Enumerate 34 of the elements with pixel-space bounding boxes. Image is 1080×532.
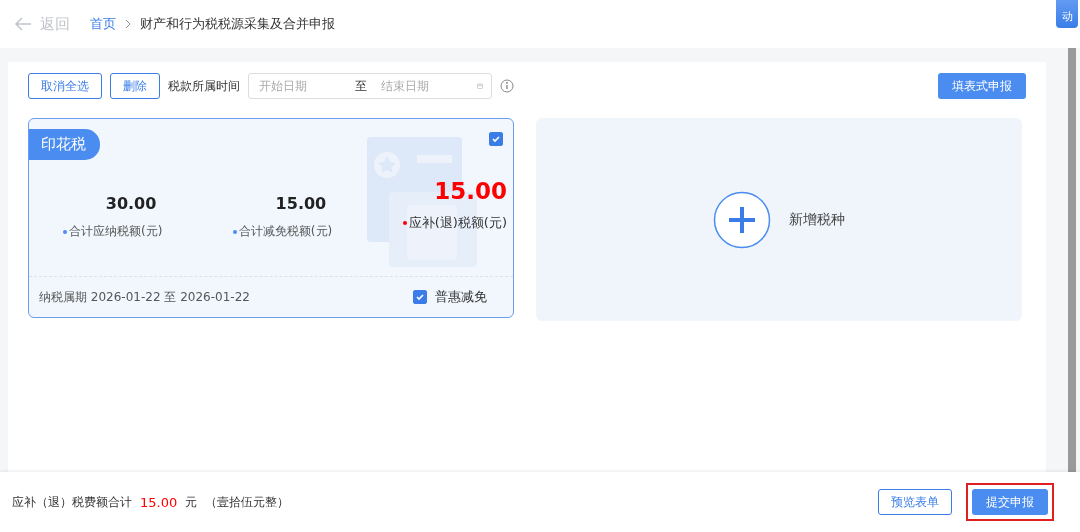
breadcrumb-link[interactable]: 首页 bbox=[90, 15, 116, 33]
tax-period: 纳税属期 2026-01-22 至 2026-01-22 bbox=[39, 288, 250, 306]
amount-in-words: （壹拾伍元整） bbox=[205, 493, 290, 511]
period-label: 税款所属时间 bbox=[168, 77, 240, 95]
check-icon bbox=[415, 292, 425, 302]
amount-value: 15.00 bbox=[434, 178, 507, 204]
preview-button[interactable]: 预览表单 bbox=[878, 489, 952, 515]
tax-card[interactable]: 印花税 30.00 合计应纳税额(元) 15.00 合计减免税额(元) 15.00 应补(退)税额(元) 纳税属期 2026-01-22 至 2026-01-22 普惠减免 bbox=[28, 118, 514, 318]
side-tab[interactable]: 动 bbox=[1056, 0, 1078, 28]
total-label: 应补（退）税费额合计 bbox=[12, 493, 132, 511]
submit-button[interactable]: 提交申报 bbox=[972, 489, 1048, 515]
plus-icon bbox=[713, 190, 771, 249]
fill-form-button[interactable]: 填表式申报 bbox=[938, 73, 1026, 99]
amount-value: 30.00 bbox=[105, 194, 157, 213]
amount-label: 应补(退)税额(元) bbox=[402, 214, 507, 232]
breadcrumb-current: 财产和行为税税源采集及合并申报 bbox=[140, 15, 335, 33]
currency-unit: 元 bbox=[185, 493, 198, 511]
info-icon[interactable] bbox=[500, 79, 514, 93]
calendar-icon bbox=[477, 80, 483, 92]
toolbar-button[interactable]: 删除 bbox=[110, 73, 160, 99]
relief-checkbox[interactable]: 普惠减免 bbox=[413, 288, 487, 306]
card-checkbox[interactable] bbox=[489, 132, 503, 146]
amount-value: 15.00 bbox=[275, 194, 327, 213]
amount-label: 合计应纳税额(元) bbox=[63, 223, 163, 240]
date-range-frame: 开始日期 至 结束日期 bbox=[248, 73, 492, 99]
chevron-icon bbox=[124, 19, 132, 29]
toolbar-button[interactable]: 取消全选 bbox=[28, 73, 102, 99]
amount-label: 合计减免税额(元) bbox=[232, 223, 333, 240]
total-amount: 15.00 bbox=[140, 494, 178, 510]
add-tax-card[interactable]: 新增税种 bbox=[536, 118, 1022, 321]
tax-name-tag: 印花税 bbox=[29, 129, 100, 160]
scrollbar[interactable] bbox=[1068, 48, 1076, 472]
check-icon bbox=[491, 134, 501, 144]
back-arrow-icon bbox=[14, 17, 32, 31]
